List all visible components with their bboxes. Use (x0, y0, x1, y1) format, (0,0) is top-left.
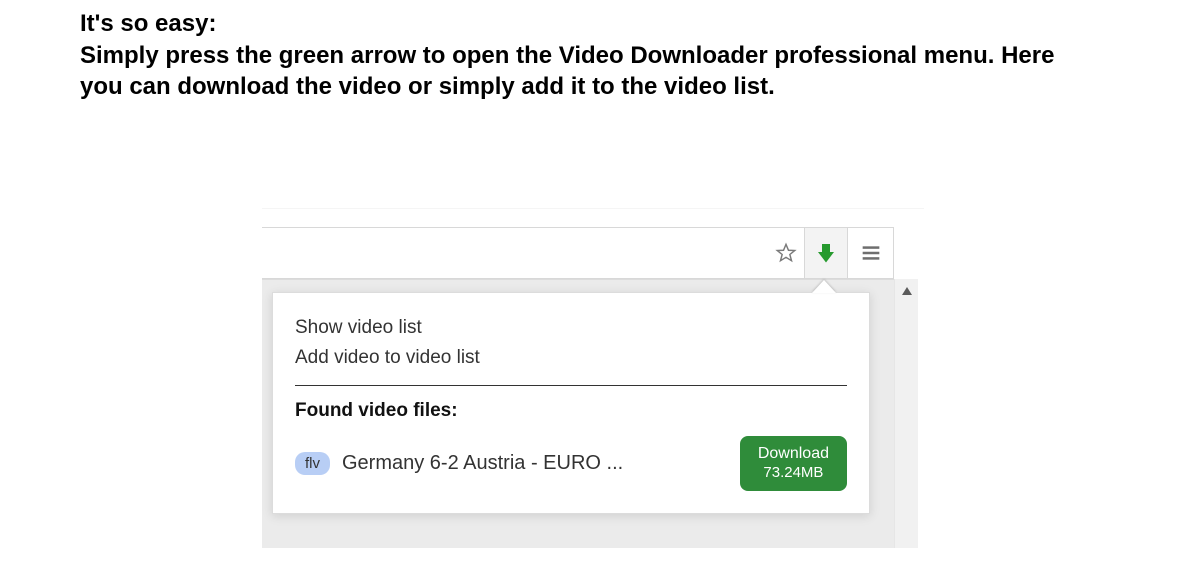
download-button-label: Download (758, 444, 829, 464)
video-file-title: Germany 6-2 Austria - EURO ... (342, 452, 623, 475)
scroll-up-arrow-icon[interactable] (895, 283, 918, 299)
menu-item-show-video-list[interactable]: Show video list (295, 313, 847, 343)
popup-divider (295, 385, 847, 386)
menu-item-add-video-to-list[interactable]: Add video to video list (295, 343, 847, 373)
download-button-size: 73.24MB (758, 464, 829, 483)
popup-pointer (812, 280, 836, 293)
found-video-files-label: Found video files: (295, 400, 847, 422)
bookmark-star-icon[interactable] (774, 241, 798, 265)
heading-line-1: It's so easy: (80, 8, 1090, 40)
vertical-scrollbar[interactable] (894, 279, 918, 548)
format-badge: flv (295, 452, 330, 475)
browser-toolbar (262, 227, 894, 279)
video-file-info: flv Germany 6-2 Austria - EURO ... (295, 452, 623, 475)
video-downloader-extension-button[interactable] (804, 227, 848, 279)
browser-menu-button[interactable] (848, 227, 894, 279)
download-button[interactable]: Download 73.24MB (740, 436, 847, 491)
extension-popup: Show video list Add video to video list … (272, 292, 870, 514)
hamburger-icon (861, 244, 881, 262)
download-arrow-icon (814, 241, 838, 265)
video-file-row: flv Germany 6-2 Austria - EURO ... Downl… (295, 436, 847, 491)
instruction-heading: It's so easy: Simply press the green arr… (80, 8, 1090, 103)
browser-frame: Show video list Add video to video list … (262, 208, 924, 548)
address-bar[interactable] (262, 227, 804, 279)
heading-line-2: Simply press the green arrow to open the… (80, 40, 1090, 103)
